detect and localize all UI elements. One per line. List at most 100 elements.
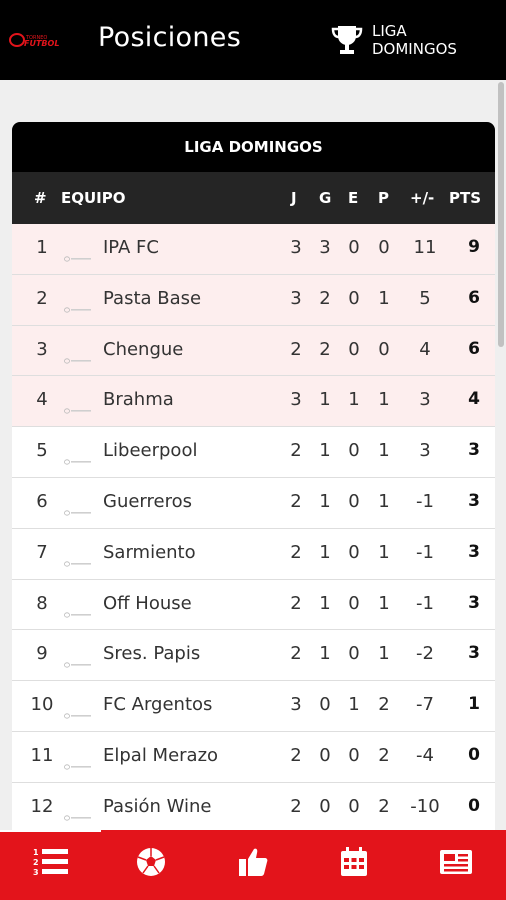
table-row[interactable]: 1 IPA FC 3 3 0 0 11 9 <box>12 224 495 275</box>
team-name: Libeerpool <box>103 440 198 462</box>
team-goal-diff: 11 <box>413 237 437 258</box>
app-logo-icon[interactable]: TORNEO FUTBOL <box>8 30 74 50</box>
table-row[interactable]: 7 Sarmiento 2 1 0 1 -1 3 <box>12 529 495 580</box>
team-played: 3 <box>290 389 302 411</box>
team-name: IPA FC <box>103 237 159 258</box>
team-played: 2 <box>290 795 302 817</box>
team-points: 0 <box>468 795 480 816</box>
team-points: 1 <box>468 694 480 715</box>
team-crest-icon <box>64 602 92 618</box>
league-selector[interactable]: LIGA DOMINGOS <box>372 22 457 58</box>
table-row[interactable]: 2 Pasta Base 3 2 0 1 5 6 <box>12 274 495 326</box>
team-crest-icon <box>64 703 92 719</box>
team-position: 10 <box>30 694 54 716</box>
team-goal-diff: -1 <box>416 490 434 512</box>
table-row[interactable]: 8 Off House 2 1 0 1 -1 3 <box>12 580 495 631</box>
team-points: 4 <box>468 389 480 410</box>
col-header-goal-diff: +/- <box>410 189 435 207</box>
team-drawn: 1 <box>348 389 360 411</box>
team-won: 0 <box>319 694 331 716</box>
team-lost: 1 <box>378 389 390 411</box>
team-lost: 0 <box>378 237 390 258</box>
team-position: 5 <box>36 440 48 462</box>
standings-card: LIGA DOMINGOS # EQUIPO J G E P +/- PTS 1… <box>12 122 495 842</box>
table-header: # EQUIPO J G E P +/- PTS <box>12 172 495 224</box>
team-name: Pasta Base <box>103 287 202 309</box>
active-tab-indicator <box>0 830 101 832</box>
soccer-ball-icon <box>137 848 165 876</box>
team-points: 3 <box>468 440 480 461</box>
team-position: 2 <box>36 287 48 309</box>
team-drawn: 0 <box>348 592 360 614</box>
team-crest-icon <box>64 297 92 313</box>
team-played: 2 <box>290 490 302 512</box>
team-points: 9 <box>468 237 480 257</box>
team-drawn: 0 <box>348 338 360 360</box>
team-position: 7 <box>36 541 48 563</box>
trophy-icon[interactable] <box>330 24 364 56</box>
svg-text:2: 2 <box>33 858 39 867</box>
team-name: Sarmiento <box>103 541 196 563</box>
col-header-won: G <box>319 189 332 207</box>
col-header-pos: # <box>34 189 47 207</box>
team-points: 3 <box>468 541 480 562</box>
team-crest-icon <box>64 652 92 668</box>
team-drawn: 0 <box>348 744 360 766</box>
team-name: Elpal Merazo <box>103 744 219 766</box>
team-name: Brahma <box>103 389 174 411</box>
svg-text:3: 3 <box>33 868 39 877</box>
team-won: 1 <box>319 490 331 512</box>
table-row[interactable]: 3 Chengue 2 2 0 0 4 6 <box>12 325 495 377</box>
table-row[interactable]: 9 Sres. Papis 2 1 0 1 -2 3 <box>12 630 495 682</box>
col-header-drawn: E <box>348 189 359 207</box>
team-name: FC Argentos <box>103 694 213 716</box>
news-icon <box>440 850 472 874</box>
team-goal-diff: -10 <box>410 795 440 817</box>
team-goal-diff: -2 <box>416 643 434 665</box>
team-won: 2 <box>319 287 331 309</box>
table-row[interactable]: 6 Guerreros 2 1 0 1 -1 3 <box>12 478 495 529</box>
team-name: Pasión Wine <box>103 795 212 817</box>
standings-title: LIGA DOMINGOS <box>12 122 495 172</box>
col-header-lost: P <box>378 189 389 207</box>
calendar-icon <box>341 847 367 876</box>
team-lost: 1 <box>378 592 390 614</box>
team-points: 3 <box>468 490 480 511</box>
team-goal-diff: -4 <box>416 744 434 766</box>
standings-rows: 1 IPA FC 3 3 0 0 11 9 2 Pasta Base 3 2 0 1 5 6 3 Chengue 2… <box>12 224 495 834</box>
team-crest-icon <box>64 348 92 364</box>
table-row[interactable]: 11 Elpal Merazo 2 0 0 2 -4 0 <box>12 732 495 783</box>
tab-matches[interactable] <box>131 844 171 880</box>
team-crest-icon <box>64 398 92 414</box>
team-lost: 1 <box>378 643 390 665</box>
col-header-points: PTS <box>449 189 482 207</box>
col-header-team: EQUIPO <box>61 189 126 207</box>
team-points: 3 <box>468 643 480 664</box>
team-position: 1 <box>36 237 48 258</box>
table-row[interactable]: 4 Brahma 3 1 1 1 3 4 <box>12 376 495 428</box>
tab-news[interactable] <box>436 844 476 880</box>
team-goal-diff: 3 <box>419 440 431 462</box>
bottom-nav: 1 2 3 <box>0 830 506 900</box>
tab-standings[interactable]: 1 2 3 <box>31 844 71 880</box>
team-played: 2 <box>290 643 302 665</box>
team-position: 11 <box>30 744 54 766</box>
team-points: 6 <box>468 287 480 308</box>
scrollbar-thumb[interactable] <box>498 82 504 347</box>
tab-favorites[interactable] <box>233 844 273 880</box>
table-row[interactable]: 5 Libeerpool 2 1 0 1 3 3 <box>12 427 495 478</box>
team-won: 1 <box>319 440 331 462</box>
team-drawn: 0 <box>348 287 360 309</box>
team-drawn: 1 <box>348 694 360 716</box>
team-goal-diff: 4 <box>419 338 431 360</box>
team-played: 3 <box>290 287 302 309</box>
team-won: 1 <box>319 389 331 411</box>
table-row[interactable]: 10 FC Argentos 3 0 1 2 -7 1 <box>12 681 495 732</box>
team-drawn: 0 <box>348 643 360 665</box>
tab-calendar[interactable] <box>334 844 374 880</box>
team-crest-icon <box>64 805 92 821</box>
team-goal-diff: 3 <box>419 389 431 411</box>
team-points: 3 <box>468 592 480 613</box>
team-played: 2 <box>290 744 302 766</box>
table-row[interactable]: 12 Pasión Wine 2 0 0 2 -10 0 <box>12 783 495 834</box>
